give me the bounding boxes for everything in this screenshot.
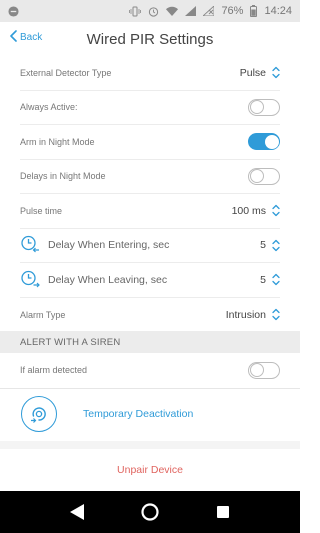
siren-section-header: ALERT WITH A SIREN xyxy=(0,331,300,353)
nav-home-button[interactable] xyxy=(135,497,165,527)
battery-icon xyxy=(250,5,258,17)
delays-in-night-mode-row: Delays in Night Mode xyxy=(20,160,280,194)
up-down-chevron-icon[interactable] xyxy=(271,66,280,79)
delay-leaving-label: Delay When Leaving, sec xyxy=(48,273,168,286)
wifi-icon xyxy=(166,6,179,16)
status-bar: 76% 14:24 xyxy=(0,0,300,22)
battery-percent: 76% xyxy=(221,5,244,17)
delay-leaving-row[interactable]: Delay When Leaving, sec 5 xyxy=(20,263,280,298)
pulse-time-row[interactable]: Pulse time 100 ms xyxy=(20,194,280,229)
if-alarm-detected-row: If alarm detected xyxy=(20,353,280,387)
clock-leave-icon xyxy=(20,269,40,291)
if-alarm-detected-label: If alarm detected xyxy=(20,365,88,375)
arm-in-night-mode-toggle[interactable] xyxy=(248,133,280,151)
page-title: Wired PIR Settings xyxy=(86,31,214,48)
arm-in-night-mode-label: Arm in Night Mode xyxy=(20,136,95,147)
alarm-type-row[interactable]: Alarm Type Intrusion xyxy=(20,298,280,333)
temporary-deactivation-link[interactable]: Temporary Deactivation xyxy=(83,408,193,420)
delay-entering-row[interactable]: Delay When Entering, sec 5 xyxy=(20,229,280,263)
delay-entering-label: Delay When Entering, sec xyxy=(48,239,170,252)
if-alarm-detected-toggle[interactable] xyxy=(248,361,280,379)
clock-enter-icon xyxy=(20,234,40,256)
android-nav-bar xyxy=(0,491,300,533)
arm-in-night-mode-row: Arm in Night Mode xyxy=(20,125,280,160)
always-active-row: Always Active: xyxy=(20,91,280,125)
up-down-chevron-icon[interactable] xyxy=(271,308,280,321)
up-down-chevron-icon[interactable] xyxy=(271,273,280,286)
nav-recents-button[interactable] xyxy=(208,497,238,527)
vibrate-icon xyxy=(129,6,142,17)
triangle-back-icon xyxy=(69,504,84,520)
pulse-time-value: 100 ms xyxy=(231,204,266,217)
delays-in-night-mode-label: Delays in Night Mode xyxy=(20,171,106,182)
always-active-label: Always Active: xyxy=(20,102,78,113)
up-down-chevron-icon[interactable] xyxy=(271,204,280,217)
deactivation-icon xyxy=(21,396,57,432)
temporary-deactivation-row[interactable]: Temporary Deactivation xyxy=(0,389,300,439)
delays-in-night-mode-toggle[interactable] xyxy=(248,167,280,185)
unpair-device-button[interactable]: Unpair Device xyxy=(0,449,300,491)
alarm-type-label: Alarm Type xyxy=(20,309,66,320)
app-header: Back Wired PIR Settings xyxy=(0,22,300,56)
always-active-toggle[interactable] xyxy=(248,98,280,116)
status-time: 14:24 xyxy=(264,5,292,17)
settings-list: External Detector Type Pulse Always Acti… xyxy=(0,56,300,332)
circle-home-icon xyxy=(141,503,159,521)
section-separator xyxy=(0,441,300,449)
delay-entering-value: 5 xyxy=(260,239,266,252)
minus-circle-icon xyxy=(8,5,19,17)
external-detector-type-label: External Detector Type xyxy=(20,67,112,78)
external-detector-type-row[interactable]: External Detector Type Pulse xyxy=(20,56,280,91)
up-down-chevron-icon[interactable] xyxy=(271,239,280,252)
alarm-clock-icon xyxy=(148,6,159,17)
alarm-type-value: Intrusion xyxy=(225,308,266,321)
nav-back-button[interactable] xyxy=(62,497,92,527)
signal-icon xyxy=(185,6,197,16)
pulse-time-label: Pulse time xyxy=(20,205,63,216)
external-detector-type-value: Pulse xyxy=(239,66,266,79)
square-recents-icon xyxy=(217,506,230,518)
delay-leaving-value: 5 xyxy=(260,273,266,286)
no-signal-icon xyxy=(203,6,215,16)
